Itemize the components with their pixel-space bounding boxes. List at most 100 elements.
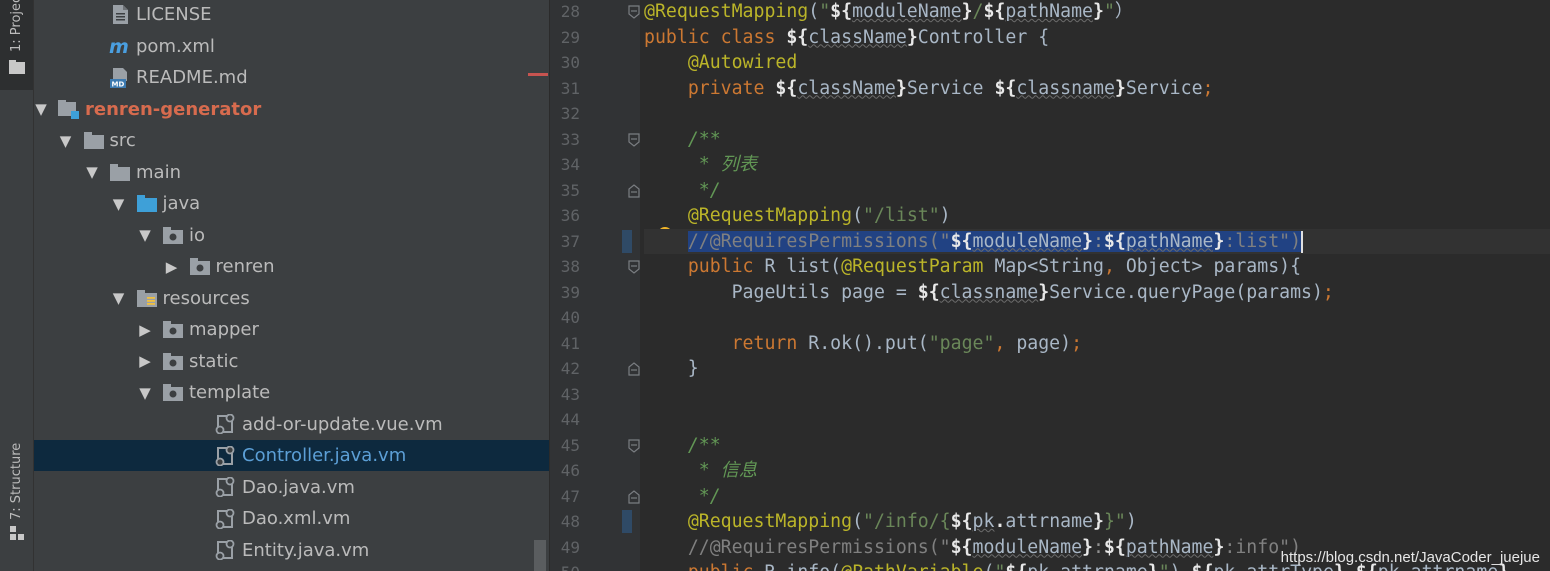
code-line[interactable]: @Autowired <box>644 50 1550 76</box>
tree-item[interactable]: m pom.xml <box>34 31 549 62</box>
code-line[interactable]: //@RequiresPermissions("${moduleName}:${… <box>644 228 1550 254</box>
expand-arrow-down-icon[interactable]: ▼ <box>112 283 126 314</box>
tree-scrollbar-thumb[interactable] <box>534 540 546 571</box>
tree-item[interactable]: Controller.java.vm <box>34 440 549 471</box>
line-number: 31 <box>560 78 580 98</box>
tree-item-label: pom.xml <box>136 35 215 57</box>
no-arrow <box>191 440 205 471</box>
structure-tool-tab[interactable]: 7: Structure <box>0 420 33 550</box>
expand-arrow-down-icon[interactable]: ▼ <box>59 125 73 156</box>
code-line[interactable]: /** <box>644 127 1550 153</box>
code-token: ${ <box>1103 536 1126 558</box>
tree-item[interactable]: Dao.xml.vm <box>34 503 549 534</box>
code-line[interactable] <box>644 407 1550 433</box>
code-line[interactable]: @RequestMapping("/list") <box>644 203 1550 229</box>
tree-item-label: Dao.java.vm <box>242 476 355 498</box>
code-token: , <box>994 332 1017 354</box>
tree-item[interactable]: ▶ renren <box>34 251 549 282</box>
code-token: attrname <box>1060 562 1148 571</box>
code-token: } <box>1213 230 1225 252</box>
fold-start-icon[interactable] <box>628 132 640 147</box>
code-editor[interactable]: 28 29 30 31 32 33 34 35 36 37 38 39 40 41 42 43 44 45 46 47… <box>550 0 1550 571</box>
code-line[interactable]: public R list(@RequestParam Map<String, … <box>644 254 1550 280</box>
structure-icon <box>10 526 24 540</box>
tree-item[interactable]: ▶ mapper <box>34 314 549 345</box>
fold-end-icon[interactable] <box>628 489 640 504</box>
tree-item[interactable]: ▼ renren-generator <box>34 94 549 125</box>
code-line[interactable]: @RequestMapping("/info/{${pk.attrname}}"… <box>644 509 1550 535</box>
code-line[interactable]: * 信息 <box>644 458 1550 484</box>
code-token: R.ok().put( <box>808 332 929 354</box>
code-line[interactable]: private ${className}Service ${classname}… <box>644 76 1550 102</box>
tree-item[interactable]: ▼ src <box>34 125 549 156</box>
structure-tab-label: 7: Structure <box>9 442 24 520</box>
tree-item[interactable]: ▼ main <box>34 157 549 188</box>
tree-item[interactable]: ▶ static <box>34 346 549 377</box>
code-token: pathName <box>1005 1 1093 22</box>
tree-item[interactable]: ▼ template <box>34 377 549 408</box>
expand-arrow-down-icon[interactable]: ▼ <box>34 94 48 125</box>
expand-arrow-right-icon[interactable]: ▶ <box>138 314 152 345</box>
code-token: ; <box>1322 281 1334 303</box>
tree-item[interactable]: add-or-update.vue.vm <box>34 409 549 440</box>
code-line[interactable] <box>644 382 1550 408</box>
code-token: */ <box>698 485 721 507</box>
code-line[interactable]: return R.ok().put("page", page); <box>644 331 1550 357</box>
fold-end-icon[interactable] <box>628 183 640 198</box>
tree-item[interactable]: ▼ resources <box>34 283 549 314</box>
code-token: return <box>731 332 809 354</box>
code-token: } <box>895 77 907 99</box>
fold-start-icon[interactable] <box>628 260 640 274</box>
line-number: 37 <box>560 231 580 251</box>
code-token: className <box>797 77 896 99</box>
no-arrow <box>191 409 205 440</box>
expand-arrow-down-icon[interactable]: ▼ <box>112 188 126 219</box>
velocity-icon <box>215 477 237 497</box>
code-token: //@RequiresPermissions(" <box>687 230 951 252</box>
package-icon <box>162 351 184 371</box>
code-line[interactable]: } <box>644 356 1550 382</box>
code-token: ( <box>852 511 864 532</box>
expand-arrow-right-icon[interactable]: ▶ <box>165 251 179 282</box>
code-token: ( <box>808 1 820 22</box>
tree-item[interactable]: LICENSE <box>34 0 549 30</box>
code-token: ${ <box>994 77 1017 99</box>
code-line[interactable] <box>644 101 1550 127</box>
project-tool-tab[interactable]: 1: Project <box>0 0 33 90</box>
expand-arrow-right-icon[interactable]: ▶ <box>138 346 152 377</box>
tree-item[interactable]: ▼ java <box>34 188 549 219</box>
text-caret <box>1301 230 1304 253</box>
line-number: 34 <box>560 155 580 174</box>
package-icon <box>162 225 184 245</box>
fold-end-icon[interactable] <box>628 362 640 376</box>
code-line[interactable]: @RequestMapping("${moduleName}/${pathNam… <box>644 0 1550 25</box>
code-line[interactable]: PageUtils page = ${classname}Service.que… <box>644 280 1550 306</box>
line-number: 32 <box>560 104 580 123</box>
line-number: 39 <box>560 282 580 302</box>
code-line[interactable]: */ <box>644 178 1550 204</box>
tree-item[interactable]: Dao.java.vm <box>34 472 549 503</box>
tree-item[interactable]: ▼ io <box>34 220 549 251</box>
code-token: @Autowired <box>687 52 798 73</box>
code-line[interactable]: /** <box>644 433 1550 459</box>
project-tree[interactable]: LICENSE m pom.xml MD README.md ▼ renren-genera… <box>34 0 549 571</box>
code-token: private <box>687 77 776 99</box>
code-token: /** <box>687 128 721 150</box>
expand-arrow-down-icon[interactable]: ▼ <box>138 220 152 251</box>
code-line[interactable]: */ <box>644 484 1550 510</box>
expand-arrow-down-icon[interactable]: ▼ <box>85 157 99 188</box>
package-icon <box>162 320 184 340</box>
expand-arrow-down-icon[interactable]: ▼ <box>138 377 152 408</box>
fold-start-icon[interactable] <box>628 438 640 453</box>
tree-item-label: renren-generator <box>85 98 262 120</box>
tree-item[interactable]: Entity.java.vm <box>34 535 549 566</box>
code-token: :list") <box>1224 230 1302 252</box>
fold-start-icon[interactable] <box>628 5 640 19</box>
editor-gutter: 28 29 30 31 32 33 34 35 36 37 38 39 40 41 42 43 44 45 46 47… <box>550 0 640 571</box>
tree-item[interactable]: MD README.md <box>34 62 549 93</box>
code-line[interactable]: public class ${className}Controller { <box>644 25 1550 51</box>
code-line[interactable] <box>644 305 1550 331</box>
code-token: " <box>1103 1 1115 22</box>
code-line[interactable]: * 列表 <box>644 152 1550 178</box>
